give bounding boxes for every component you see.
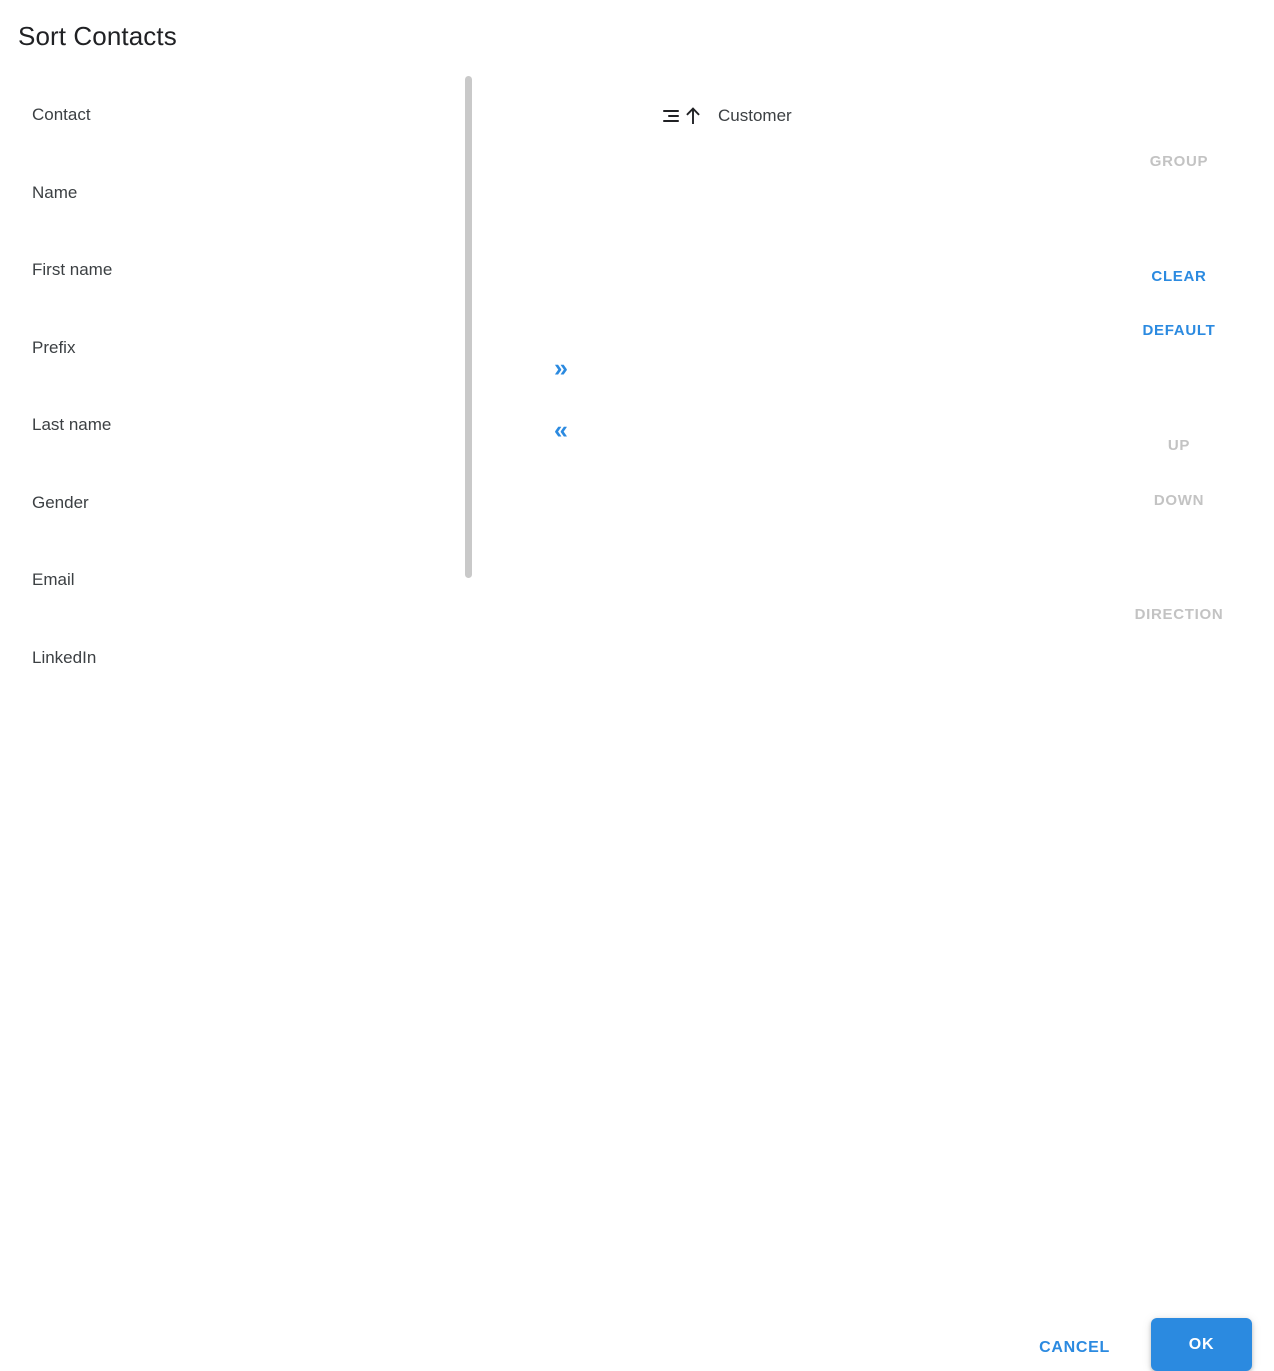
direction-button[interactable]: DIRECTION [1100, 605, 1258, 625]
available-field-item[interactable]: Last name [32, 413, 111, 437]
available-fields-list[interactable]: Contact Name First name Prefix Last name Gend… [0, 70, 462, 690]
available-field-item[interactable]: LinkedIn [32, 646, 96, 670]
arrow-up-icon [682, 106, 704, 126]
move-left-button[interactable]: « [528, 410, 592, 450]
cancel-button[interactable]: CANCEL [1029, 1330, 1120, 1366]
available-field-item[interactable]: First name [32, 258, 112, 282]
move-down-button[interactable]: DOWN [1100, 491, 1258, 511]
available-field-item[interactable]: Email [32, 568, 75, 592]
ok-button[interactable]: OK [1151, 1318, 1252, 1371]
dialog-body: Contact Name First name Prefix Last name Gend… [0, 70, 1274, 710]
clear-button[interactable]: CLEAR [1100, 267, 1258, 287]
available-field-item[interactable]: Name [32, 181, 77, 205]
page-title: Sort Contacts [18, 21, 177, 51]
available-list-scrollbar[interactable] [462, 70, 478, 690]
sort-actions-column: GROUP CLEAR DEFAULT UP DOWN DIRECTION [1100, 70, 1258, 690]
dialog-footer: CANCEL OK [0, 710, 1274, 1371]
available-field-item[interactable]: Prefix [32, 336, 75, 360]
selected-sort-field-label: Customer [718, 106, 792, 125]
scrollbar-thumb[interactable] [465, 76, 472, 578]
sort-contacts-dialog: Sort Contacts Contact Name First name Prefi… [0, 0, 1274, 1371]
move-up-button[interactable]: UP [1100, 436, 1258, 456]
available-field-item[interactable]: Gender [32, 491, 89, 515]
move-right-button[interactable]: » [528, 348, 592, 388]
group-button[interactable]: GROUP [1100, 152, 1258, 172]
selected-sort-fields-list[interactable]: Customer [600, 70, 1100, 690]
transfer-button-group: » « [528, 328, 592, 468]
available-field-item[interactable]: Contact [32, 103, 91, 127]
selected-sort-field-item[interactable]: Customer [660, 103, 792, 129]
sort-icon [660, 106, 680, 126]
default-button[interactable]: DEFAULT [1100, 321, 1258, 341]
